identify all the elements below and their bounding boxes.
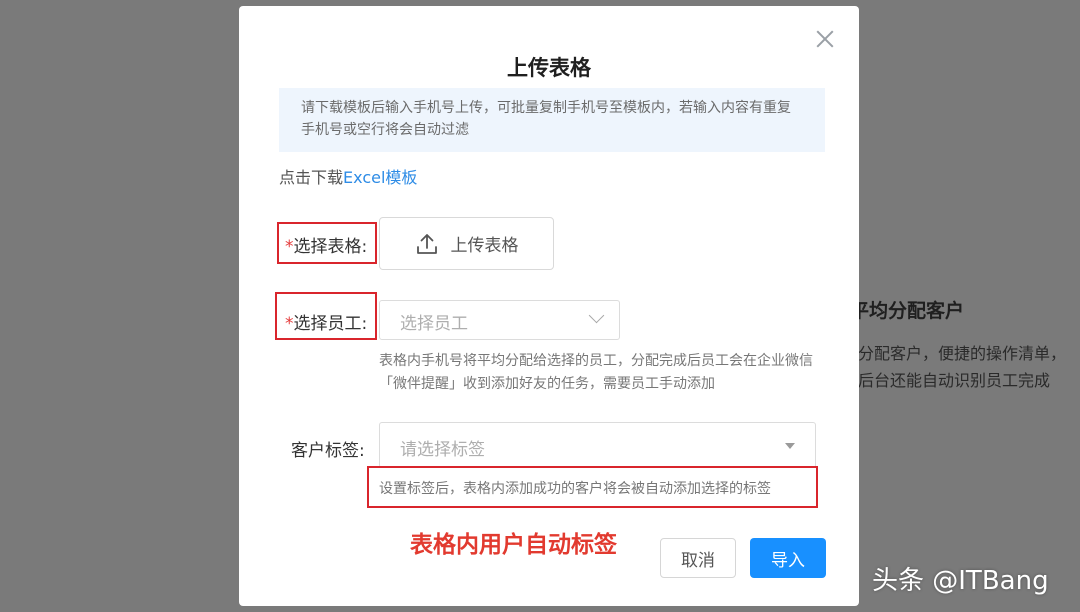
background-text-line: 后台还能自动识别员工完成 xyxy=(858,371,1051,390)
chevron-down-icon xyxy=(588,307,605,324)
tag-select-placeholder: 请选择标签 xyxy=(400,440,485,460)
close-icon[interactable] xyxy=(814,28,836,50)
tag-hint: 设置标签后，表格内添加成功的客户将会被自动添加选择的标签 xyxy=(379,481,771,497)
upload-table-button[interactable]: 上传表格 xyxy=(379,217,554,270)
select-employee-label: *选择员工: xyxy=(285,314,368,334)
import-button[interactable]: 导入 xyxy=(750,538,826,578)
cancel-button[interactable]: 取消 xyxy=(660,538,736,578)
dialog-title: 上传表格 xyxy=(507,56,591,80)
download-excel-template-link[interactable]: Excel模板 xyxy=(343,168,417,187)
upload-icon xyxy=(416,233,437,254)
background-heading: 平均分配客户 xyxy=(850,300,965,322)
required-mark: * xyxy=(285,237,294,257)
employee-hint: 表格内手机号将平均分配给选择的员工，分配完成后员工会在企业微信「微伴提醒」收到添… xyxy=(379,353,813,392)
customer-tag-select[interactable]: 请选择标签 xyxy=(379,422,816,468)
info-banner: 请下载模板后输入手机号上传，可批量复制手机号至模板内，若输入内容有重复手机号或空… xyxy=(279,88,825,152)
select-table-label: *选择表格: xyxy=(285,237,368,257)
customer-tag-label: 客户标签: xyxy=(291,441,365,461)
caret-down-icon xyxy=(785,443,795,449)
annotation-caption: 表格内用户自动标签 xyxy=(410,532,617,558)
download-prefix: 点击下载 xyxy=(279,168,344,187)
employee-select[interactable]: 选择员工 xyxy=(379,300,620,340)
download-template-line: 点击下载Excel模板 xyxy=(279,164,417,188)
upload-button-label: 上传表格 xyxy=(450,236,519,256)
background-text-line: 分配客户，便捷的操作清单， xyxy=(858,344,1067,363)
required-mark: * xyxy=(285,314,294,334)
watermark: 头条 @ITBang xyxy=(872,566,1049,596)
upload-table-dialog: 上传表格 请下载模板后输入手机号上传，可批量复制手机号至模板内，若输入内容有重复… xyxy=(239,6,859,606)
employee-select-placeholder: 选择员工 xyxy=(400,314,468,334)
